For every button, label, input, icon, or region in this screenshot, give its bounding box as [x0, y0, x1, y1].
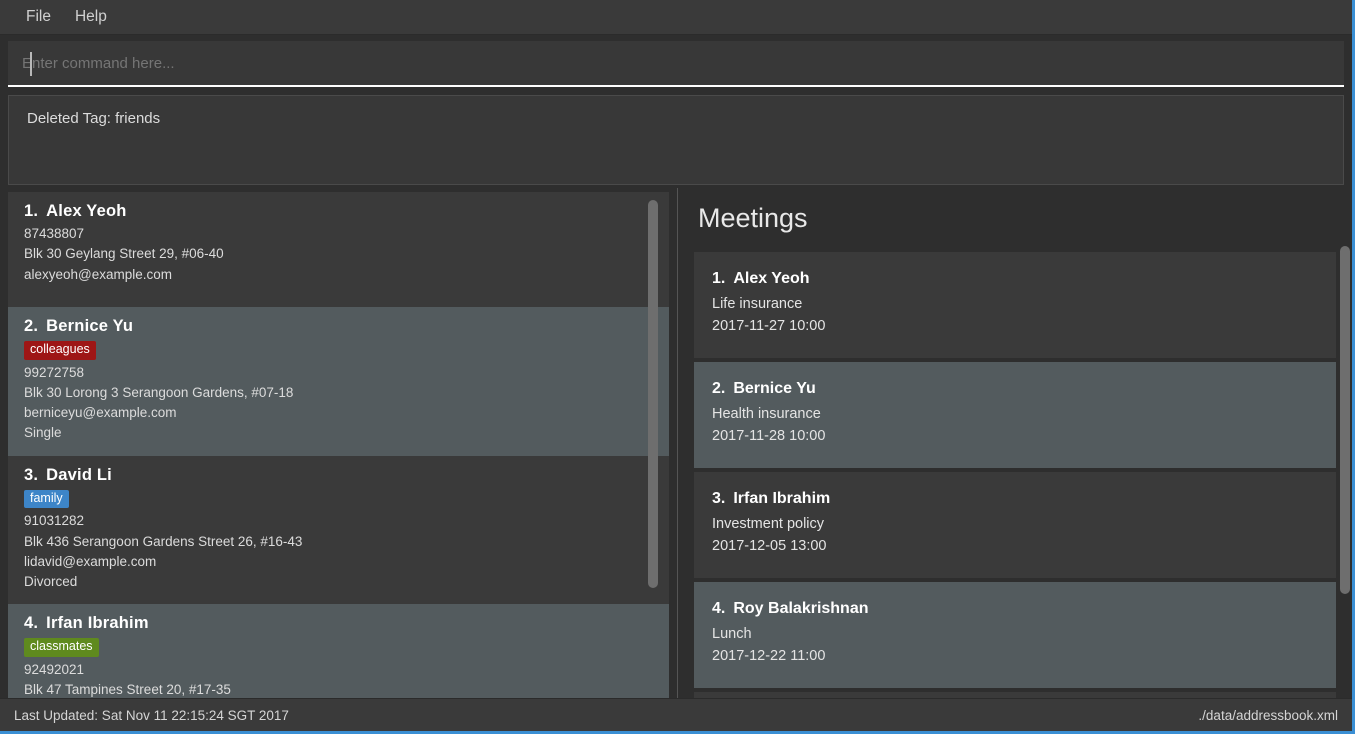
- meeting-person-row: 4. Roy Balakrishnan: [712, 600, 1318, 618]
- person-phone: 92492021: [24, 662, 85, 677]
- tag-badge[interactable]: classmates: [24, 638, 99, 657]
- main-split-pane: 1. Alex Yeoh 87438807 Blk 30 Geylang Stre…: [0, 188, 1352, 698]
- command-box[interactable]: [8, 41, 1344, 87]
- save-location-status: ./data/addressbook.xml: [1198, 707, 1338, 723]
- person-tag-row: colleagues: [24, 339, 653, 363]
- person-phone: 87438807: [24, 226, 85, 241]
- meeting-person-name: Irfan Ibrahim: [733, 489, 831, 507]
- meeting-datetime: 2017-12-05 13:00: [712, 538, 827, 555]
- list-item[interactable]: 2. Bernice Yu Health insurance 2017-11-28…: [694, 361, 1336, 468]
- meeting-index: 3.: [712, 489, 726, 507]
- person-tag-row: family: [24, 488, 653, 512]
- meetings-panel: Meetings 1. Alex Yeoh Life insurance 2017…: [678, 188, 1352, 698]
- meeting-person-name: Alex Yeoh: [733, 270, 810, 287]
- menu-help[interactable]: Help: [63, 4, 119, 30]
- menu-file[interactable]: File: [14, 4, 63, 30]
- person-address: Blk 30 Lorong 3 Serangoon Gardens, #07-1…: [24, 384, 294, 400]
- result-display: Deleted Tag: friends: [8, 95, 1344, 185]
- last-updated-status: Last Updated: Sat Nov 11 22:15:24 SGT 20…: [14, 707, 289, 723]
- person-email: lidavid@example.com: [24, 553, 157, 569]
- person-list[interactable]: 1. Alex Yeoh 87438807 Blk 30 Geylang Stre…: [8, 192, 669, 698]
- list-item[interactable]: 1. Alex Yeoh 87438807 Blk 30 Geylang Stre…: [8, 192, 669, 307]
- meeting-subject: Health insurance: [712, 405, 821, 422]
- meeting-person-row: 2. Bernice Yu: [712, 380, 1318, 398]
- person-email: alexyeoh@example.com: [24, 266, 173, 282]
- meeting-index: 4.: [712, 599, 726, 617]
- tag-badge[interactable]: colleagues: [24, 340, 96, 360]
- meeting-datetime: 2017-11-28 10:00: [712, 428, 826, 445]
- person-name: Bernice Yu: [46, 316, 134, 335]
- person-index: 4.: [24, 614, 39, 633]
- person-status: Single: [24, 425, 62, 441]
- person-name-row: 4. Irfan Ibrahim: [24, 614, 653, 633]
- command-box-container: [0, 35, 1352, 87]
- person-name: David Li: [46, 465, 112, 484]
- meeting-subject: Lunch: [712, 625, 752, 642]
- text-caret: [30, 52, 32, 76]
- person-index: 3.: [24, 465, 39, 484]
- person-address: Blk 30 Geylang Street 29, #06-40: [24, 246, 224, 262]
- person-status: Divorced: [24, 574, 78, 589]
- person-address: Blk 436 Serangoon Gardens Street 26, #16…: [24, 533, 303, 549]
- person-email: berniceyu@example.com: [24, 405, 177, 420]
- person-list-scrollbar[interactable]: [648, 194, 658, 690]
- meeting-person-name: Bernice Yu: [733, 379, 816, 397]
- person-tag-row: classmates: [24, 636, 653, 660]
- meetings-scrollbar-thumb[interactable]: [1340, 246, 1350, 594]
- list-item[interactable]: 3. David Li family 91031282 Blk 436 Seran…: [8, 455, 669, 605]
- meeting-subject: Investment policy: [712, 515, 825, 532]
- person-list-scrollbar-thumb[interactable]: [648, 200, 658, 588]
- person-name-row: 1. Alex Yeoh: [24, 202, 653, 221]
- person-name: Alex Yeoh: [46, 202, 127, 220]
- menu-bar: File Help: [0, 0, 1352, 35]
- meeting-subject: Life insurance: [712, 296, 803, 312]
- person-name-row: 3. David Li: [24, 466, 653, 485]
- list-item[interactable]: 4. Irfan Ibrahim classmates 92492021 Blk …: [8, 604, 669, 698]
- result-display-container: Deleted Tag: friends: [0, 87, 1352, 185]
- meeting-datetime: 2017-12-22 11:00: [712, 648, 826, 665]
- meetings-list[interactable]: 1. Alex Yeoh Life insurance 2017-11-27 10…: [694, 252, 1336, 698]
- person-index: 2.: [24, 316, 39, 335]
- meeting-person-row: 1. Alex Yeoh: [712, 270, 1318, 288]
- person-index: 1.: [24, 202, 39, 220]
- list-item[interactable]: 4. Roy Balakrishnan Lunch 2017-12-22 11:0…: [694, 581, 1336, 688]
- command-input[interactable]: [22, 54, 1344, 72]
- meeting-person-row: 3. Irfan Ibrahim: [712, 490, 1318, 508]
- meetings-scrollbar[interactable]: [1340, 246, 1350, 688]
- person-name-row: 2. Bernice Yu: [24, 317, 653, 336]
- list-item[interactable]: 3. Irfan Ibrahim Investment policy 2017-1…: [694, 471, 1336, 578]
- meeting-index: 2.: [712, 379, 726, 397]
- person-address: Blk 47 Tampines Street 20, #17-35: [24, 682, 231, 698]
- list-item[interactable]: 2. Bernice Yu colleagues 99272758 Blk 30 …: [8, 306, 669, 456]
- meeting-person-name: Roy Balakrishnan: [733, 599, 869, 617]
- person-name: Irfan Ibrahim: [46, 614, 149, 633]
- meetings-title: Meetings: [698, 203, 808, 233]
- meeting-index: 1.: [712, 270, 726, 287]
- status-bar: Last Updated: Sat Nov 11 22:15:24 SGT 20…: [0, 698, 1352, 731]
- person-phone: 99272758: [24, 364, 85, 380]
- list-item[interactable]: 1. Alex Yeoh Life insurance 2017-11-27 10…: [694, 252, 1336, 358]
- person-phone: 91031282: [24, 513, 85, 529]
- person-list-panel: 1. Alex Yeoh 87438807 Blk 30 Geylang Stre…: [0, 188, 678, 698]
- meeting-datetime: 2017-11-27 10:00: [712, 318, 826, 335]
- tag-badge[interactable]: family: [24, 489, 69, 509]
